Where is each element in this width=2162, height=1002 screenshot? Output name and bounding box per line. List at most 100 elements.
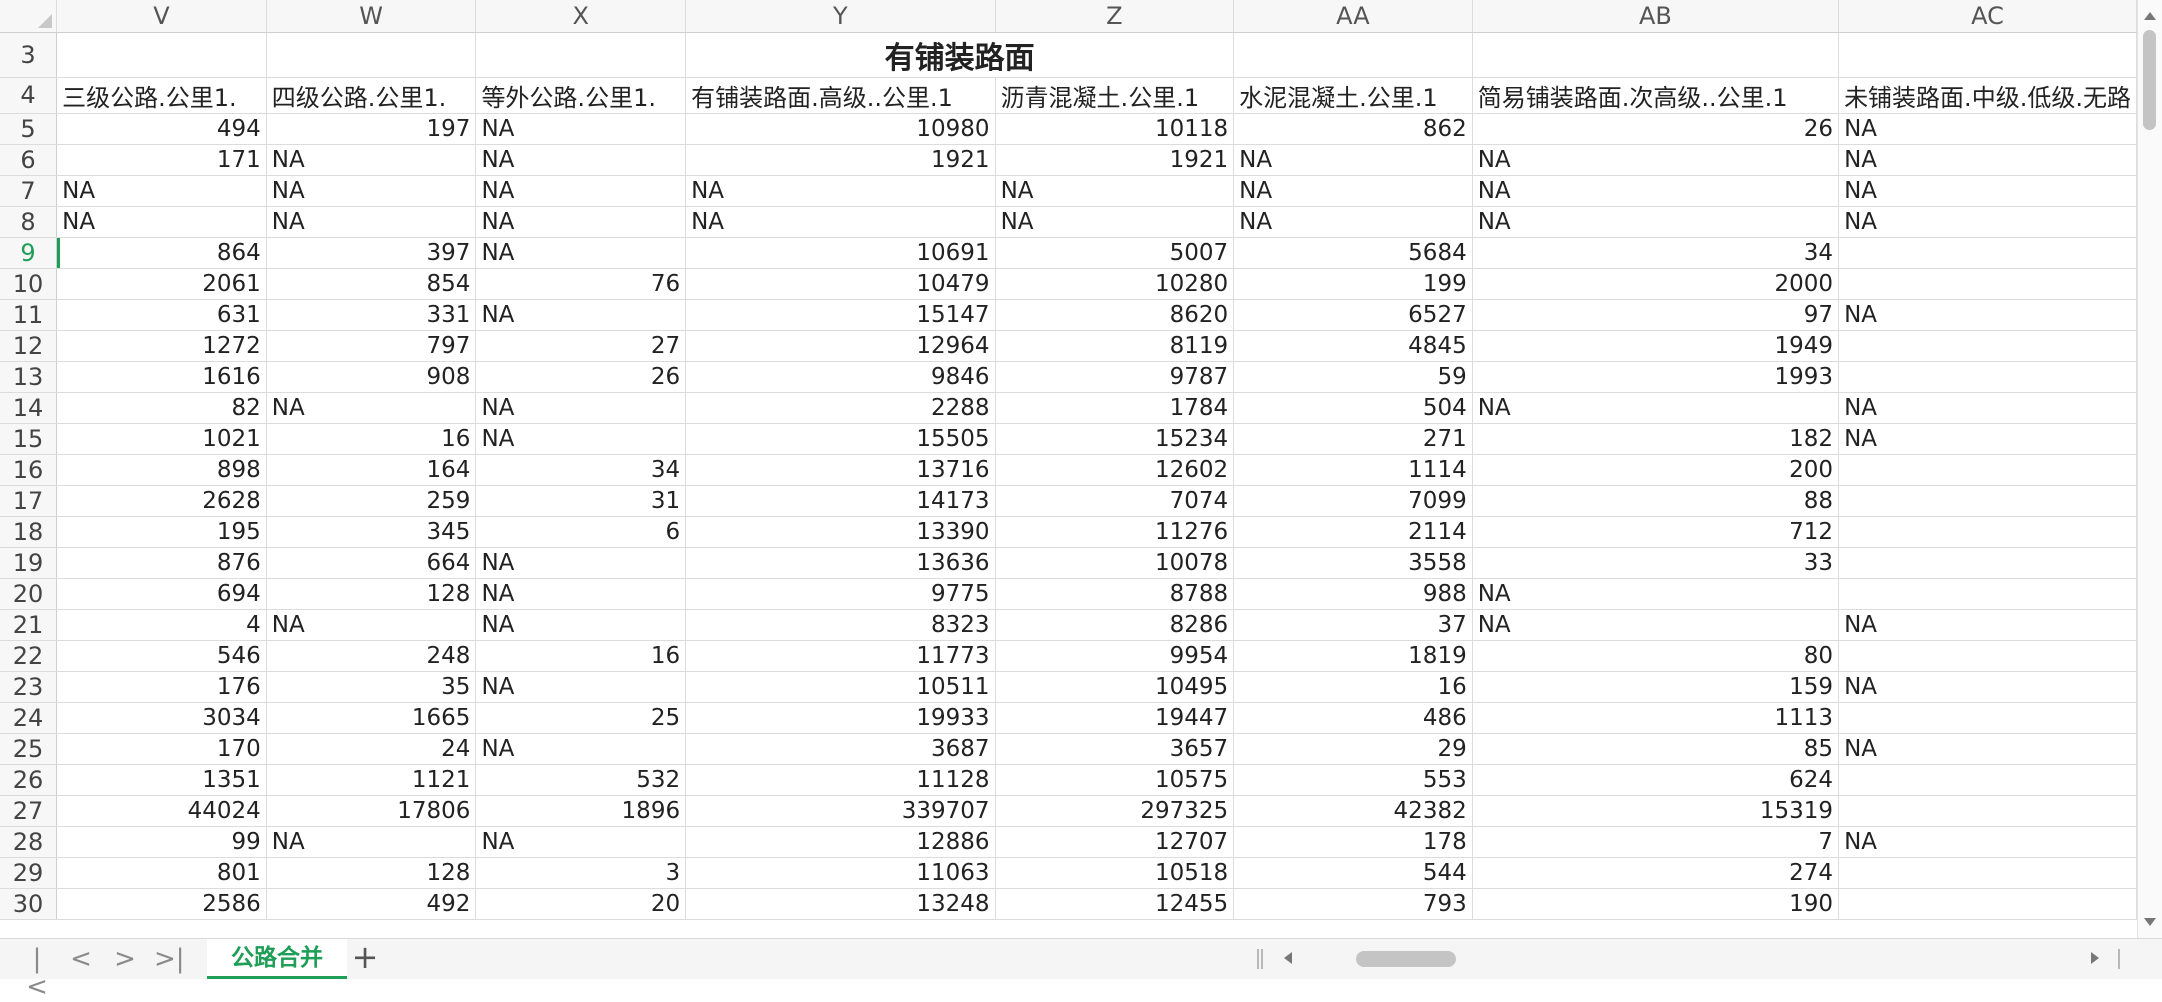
cell[interactable]: 26 xyxy=(1472,113,1840,145)
row-header[interactable]: 5 xyxy=(0,113,58,145)
vertical-scroll-thumb[interactable] xyxy=(2143,30,2156,130)
row-header[interactable]: 23 xyxy=(0,671,58,703)
cell[interactable]: NA xyxy=(475,547,687,579)
column-header-y[interactable]: Y xyxy=(685,0,996,33)
header-cell[interactable]: 简易铺装路面.次高级..公里.1 xyxy=(1472,77,1840,114)
cell[interactable]: 33 xyxy=(1472,547,1840,579)
row-header[interactable]: 14 xyxy=(0,392,58,424)
cell[interactable]: 170 xyxy=(56,733,267,765)
cell[interactable]: 10495 xyxy=(995,671,1235,703)
cell[interactable]: 27 xyxy=(475,330,687,362)
cell[interactable]: 2586 xyxy=(56,888,267,920)
cell[interactable]: 12602 xyxy=(995,454,1235,486)
row-header[interactable]: 18 xyxy=(0,516,58,548)
column-header-w[interactable]: W xyxy=(266,0,477,33)
cell[interactable]: 12455 xyxy=(995,888,1235,920)
cell[interactable]: NA xyxy=(1838,671,2137,703)
cell[interactable]: 26 xyxy=(475,361,687,393)
horizontal-scroll-thumb[interactable] xyxy=(1356,951,1456,967)
cell[interactable]: NA xyxy=(475,144,687,176)
split-view-handle[interactable] xyxy=(2118,949,2124,969)
cell[interactable]: 10280 xyxy=(995,268,1235,300)
cell[interactable]: NA xyxy=(1838,733,2137,765)
row-header[interactable]: 26 xyxy=(0,764,58,796)
cell[interactable]: 1351 xyxy=(56,764,267,796)
cell[interactable]: 59 xyxy=(1233,361,1473,393)
cell[interactable]: NA xyxy=(1838,113,2137,145)
cell[interactable]: 159 xyxy=(1472,671,1840,703)
cell[interactable]: NA xyxy=(1472,609,1840,641)
cell[interactable]: 1784 xyxy=(995,392,1235,424)
cell[interactable]: 1665 xyxy=(266,702,477,734)
cell[interactable]: 908 xyxy=(266,361,477,393)
cell[interactable]: 16 xyxy=(1233,671,1473,703)
cell[interactable] xyxy=(1838,795,2137,827)
cell[interactable]: 164 xyxy=(266,454,477,486)
cell[interactable]: 25 xyxy=(475,702,687,734)
cell[interactable]: 200 xyxy=(1472,454,1840,486)
cell[interactable]: 6 xyxy=(475,516,687,548)
cell[interactable]: 35 xyxy=(266,671,477,703)
cell[interactable]: 532 xyxy=(475,764,687,796)
cell[interactable]: 3558 xyxy=(1233,547,1473,579)
cell[interactable]: NA xyxy=(266,609,477,641)
cell[interactable] xyxy=(1838,485,2137,517)
scroll-down-arrow-icon[interactable] xyxy=(2144,918,2156,926)
cell[interactable]: 15319 xyxy=(1472,795,1840,827)
cell[interactable]: 504 xyxy=(1233,392,1473,424)
cell[interactable]: 2288 xyxy=(685,392,996,424)
cell[interactable]: 631 xyxy=(56,299,267,331)
cell[interactable]: NA xyxy=(1838,206,2137,238)
cell[interactable]: 7099 xyxy=(1233,485,1473,517)
cell[interactable] xyxy=(1233,32,1473,78)
cell[interactable]: 9954 xyxy=(995,640,1235,672)
cell[interactable] xyxy=(475,32,687,78)
cell[interactable]: 12707 xyxy=(995,826,1235,858)
cell[interactable]: 1921 xyxy=(995,144,1235,176)
cell[interactable]: 13390 xyxy=(685,516,996,548)
cell[interactable] xyxy=(1838,702,2137,734)
cell[interactable]: 1272 xyxy=(56,330,267,362)
cell[interactable]: NA xyxy=(266,826,477,858)
cell[interactable] xyxy=(1838,32,2137,78)
column-header-v[interactable]: V xyxy=(56,0,267,33)
row-header[interactable]: 6 xyxy=(0,144,58,176)
cell[interactable]: NA xyxy=(475,237,687,269)
cell[interactable]: NA xyxy=(475,826,687,858)
row-header[interactable]: 28 xyxy=(0,826,58,858)
cell[interactable]: 19447 xyxy=(995,702,1235,734)
cell[interactable]: 259 xyxy=(266,485,477,517)
cell[interactable]: 1616 xyxy=(56,361,267,393)
cell[interactable]: 1021 xyxy=(56,423,267,455)
header-cell[interactable]: 未铺装路面.中级.低级.无路 xyxy=(1838,77,2137,114)
cell[interactable]: 664 xyxy=(266,547,477,579)
cell[interactable]: 34 xyxy=(1472,237,1840,269)
cell[interactable]: 1993 xyxy=(1472,361,1840,393)
cell[interactable]: 345 xyxy=(266,516,477,548)
add-sheet-icon[interactable]: + xyxy=(350,941,380,975)
cell[interactable]: 17806 xyxy=(266,795,477,827)
tab-scroll-splitter[interactable] xyxy=(1257,949,1263,969)
cell[interactable]: 10518 xyxy=(995,857,1235,889)
cell[interactable]: 248 xyxy=(266,640,477,672)
sheet-tab-active[interactable]: 公路合并 xyxy=(207,939,347,979)
cell[interactable]: 7074 xyxy=(995,485,1235,517)
cell[interactable]: NA xyxy=(266,206,477,238)
cell[interactable]: 3657 xyxy=(995,733,1235,765)
cell[interactable]: 3687 xyxy=(685,733,996,765)
cell[interactable]: 15234 xyxy=(995,423,1235,455)
cell[interactable]: NA xyxy=(1838,144,2137,176)
cell[interactable]: 3 xyxy=(475,857,687,889)
cell[interactable]: NA xyxy=(475,113,687,145)
row-header[interactable]: 29 xyxy=(0,857,58,889)
cell[interactable]: 9846 xyxy=(685,361,996,393)
cell[interactable]: NA xyxy=(1838,392,2137,424)
last-sheet-icon[interactable]: >| xyxy=(154,945,185,973)
cell[interactable]: 712 xyxy=(1472,516,1840,548)
cell[interactable]: 9787 xyxy=(995,361,1235,393)
cell[interactable]: 339707 xyxy=(685,795,996,827)
cell[interactable]: NA xyxy=(1472,206,1840,238)
cell[interactable]: NA xyxy=(266,175,477,207)
row-header[interactable]: 25 xyxy=(0,733,58,765)
cell[interactable]: NA xyxy=(475,423,687,455)
